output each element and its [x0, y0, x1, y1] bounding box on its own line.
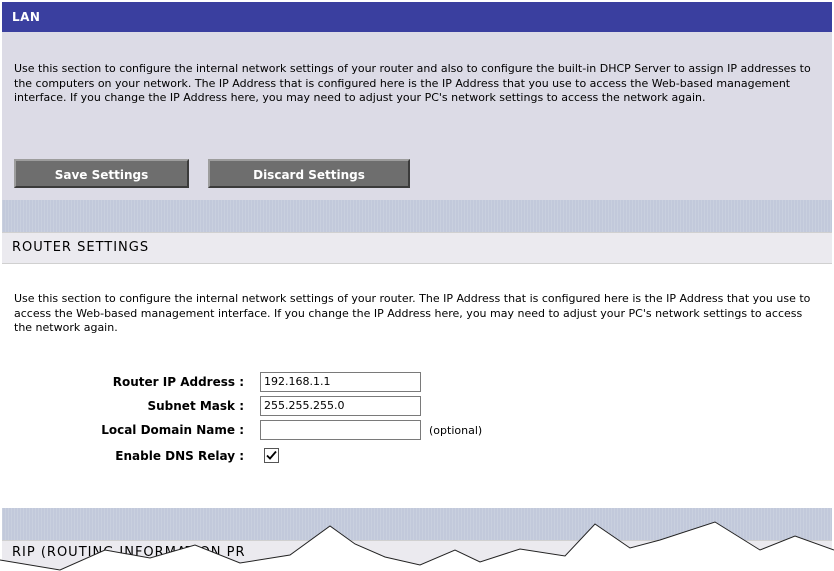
- local-domain-label: Local Domain Name :: [101, 423, 244, 437]
- lan-page: LAN Use this section to configure the in…: [2, 2, 832, 569]
- subnet-mask-row: Subnet Mask : 255.255.255.0: [2, 396, 602, 418]
- router-settings-section: Use this section to configure the intern…: [2, 264, 832, 501]
- lan-description: Use this section to configure the intern…: [14, 62, 811, 104]
- router-settings-description: Use this section to configure the intern…: [14, 292, 811, 334]
- dns-relay-row: Enable DNS Relay :: [2, 446, 602, 468]
- lan-title: LAN: [2, 2, 832, 32]
- subnet-mask-input[interactable]: 255.255.255.0: [260, 396, 421, 416]
- local-domain-input[interactable]: [260, 420, 421, 440]
- optional-hint: (optional): [429, 424, 483, 437]
- save-settings-button[interactable]: Save Settings: [14, 159, 189, 188]
- checkmark-icon: [266, 450, 277, 460]
- router-ip-row: Router IP Address : 192.168.1.1: [2, 372, 602, 394]
- section-divider: [2, 200, 832, 232]
- subnet-mask-label: Subnet Mask :: [147, 399, 244, 413]
- dns-relay-label: Enable DNS Relay :: [115, 449, 244, 463]
- lan-section: Use this section to configure the intern…: [2, 32, 832, 200]
- discard-settings-button[interactable]: Discard Settings: [208, 159, 410, 188]
- router-ip-input[interactable]: 192.168.1.1: [260, 372, 421, 392]
- dns-relay-checkbox[interactable]: [264, 448, 279, 463]
- local-domain-row: Local Domain Name : (optional): [2, 420, 602, 442]
- router-ip-label: Router IP Address :: [112, 375, 244, 389]
- router-settings-title: ROUTER SETTINGS: [2, 232, 832, 264]
- torn-edge-graphic: [0, 521, 834, 571]
